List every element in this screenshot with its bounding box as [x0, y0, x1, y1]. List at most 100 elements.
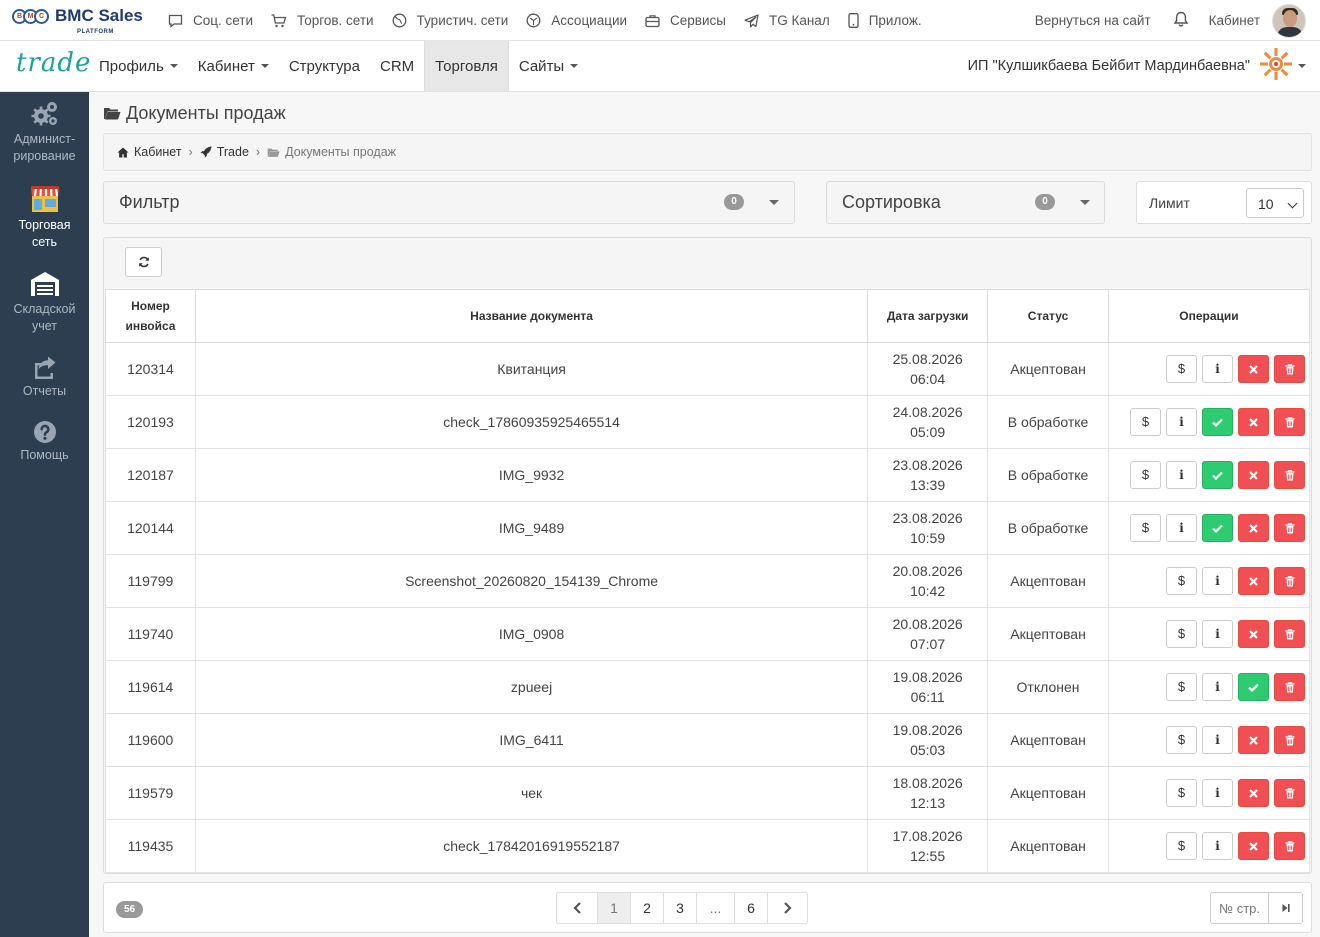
top-nav-item-1[interactable]: Торгов. сети [271, 13, 374, 28]
delete-button[interactable] [1274, 832, 1305, 860]
reject-button[interactable] [1238, 832, 1269, 860]
payment-button[interactable]: $ [1166, 832, 1197, 860]
info-button[interactable]: i [1202, 832, 1233, 860]
next-page-button[interactable] [767, 893, 807, 923]
document-name-link[interactable]: check_17860935925465514 [194, 395, 869, 449]
page-number-input[interactable]: № стр. [1211, 893, 1268, 923]
document-name-link[interactable]: IMG_0908 [194, 607, 869, 661]
info-button[interactable]: i [1202, 779, 1233, 807]
reject-button[interactable] [1238, 567, 1269, 595]
accept-button[interactable] [1238, 673, 1269, 701]
reject-button[interactable] [1238, 355, 1269, 383]
column-header-status[interactable]: Статус [987, 289, 1109, 343]
payment-button[interactable]: $ [1166, 673, 1197, 701]
accept-button[interactable] [1202, 461, 1233, 489]
payment-button[interactable]: $ [1130, 461, 1161, 489]
document-name-link[interactable]: чек [194, 766, 869, 820]
sidebar-item-2[interactable]: Складской учет [0, 270, 89, 335]
document-name-link[interactable]: IMG_9932 [194, 448, 869, 502]
prev-page-button[interactable] [557, 893, 597, 923]
payment-button[interactable]: $ [1166, 355, 1197, 383]
top-nav-item-5[interactable]: TG Канал [744, 13, 830, 28]
sidebar-item-0[interactable]: Админист-рирование [0, 100, 89, 165]
delete-button[interactable] [1274, 620, 1305, 648]
top-nav-item-2[interactable]: Туристич. сети [392, 13, 508, 28]
column-header-invoice[interactable]: Номер инвойса [105, 289, 196, 343]
document-name-link[interactable]: zpueej [194, 660, 869, 714]
organization-menu[interactable]: ИП "Кулшикбаева Бейбит Мардинбаевна" [968, 41, 1306, 91]
menu-item-0[interactable]: Профиль [89, 41, 188, 91]
info-button[interactable]: i [1202, 726, 1233, 754]
menu-item-2[interactable]: Структура [279, 41, 370, 91]
delete-button[interactable] [1274, 355, 1305, 383]
payment-button[interactable]: $ [1166, 567, 1197, 595]
limit-select[interactable]: 10 [1246, 188, 1304, 218]
document-name-link[interactable]: Screenshot_20260820_154139_Chrome [194, 554, 869, 608]
bmc-logo[interactable]: BMC BMC Sales PLATFORM [12, 7, 143, 35]
column-header-name[interactable]: Название документа [194, 289, 869, 343]
delete-button[interactable] [1274, 673, 1305, 701]
delete-button[interactable] [1274, 567, 1305, 595]
info-button[interactable]: i [1202, 355, 1233, 383]
menu-item-4[interactable]: Торговля [424, 41, 509, 91]
top-nav-item-0[interactable]: Соц. сети [168, 13, 253, 28]
top-nav-item-6[interactable]: Прилож. [848, 13, 922, 28]
reject-button[interactable] [1238, 514, 1269, 542]
info-button[interactable]: i [1202, 567, 1233, 595]
info-button[interactable]: i [1202, 673, 1233, 701]
reject-button[interactable] [1238, 726, 1269, 754]
avatar[interactable] [1272, 3, 1306, 38]
go-to-page-button[interactable] [1268, 893, 1302, 923]
top-nav-item-3[interactable]: Ассоциации [526, 13, 627, 28]
trade-brand[interactable]: trade [16, 48, 91, 78]
delete-button[interactable] [1274, 408, 1305, 436]
reject-button[interactable] [1238, 779, 1269, 807]
delete-button[interactable] [1274, 779, 1305, 807]
payment-button[interactable]: $ [1166, 726, 1197, 754]
trash-icon [1285, 841, 1294, 852]
delete-button[interactable] [1274, 514, 1305, 542]
refresh-button[interactable] [125, 247, 162, 277]
info-button[interactable]: i [1166, 408, 1197, 436]
document-name-link[interactable]: IMG_9489 [194, 501, 869, 555]
top-nav-item-4[interactable]: Сервисы [645, 13, 726, 28]
sidebar-item-1[interactable]: Торговая сеть [0, 184, 89, 251]
invoice-number: 119579 [105, 766, 196, 820]
trash-icon [1285, 470, 1294, 481]
reject-button[interactable] [1238, 461, 1269, 489]
info-button[interactable]: i [1166, 461, 1197, 489]
filter-panel[interactable]: Фильтр 0 [103, 181, 795, 224]
document-name-link[interactable]: check_17842016919552187 [194, 819, 869, 873]
delete-button[interactable] [1274, 461, 1305, 489]
reject-button[interactable] [1238, 408, 1269, 436]
sort-panel[interactable]: Сортировка 0 [826, 181, 1105, 224]
payment-button[interactable]: $ [1130, 408, 1161, 436]
document-status: Акцептован [987, 819, 1109, 873]
page-button[interactable]: 1 [597, 893, 630, 923]
bell-icon[interactable] [1173, 11, 1189, 31]
delete-button[interactable] [1274, 726, 1305, 754]
document-name-link[interactable]: Квитанция [194, 342, 869, 396]
payment-button[interactable]: $ [1130, 514, 1161, 542]
document-name-link[interactable]: IMG_6411 [194, 713, 869, 767]
back-to-site-link[interactable]: Вернуться на сайт [1035, 13, 1151, 28]
info-button[interactable]: i [1166, 514, 1197, 542]
breadcrumb-item-trade[interactable]: Trade [217, 145, 249, 159]
sidebar-item-3[interactable]: Отчеты [0, 356, 89, 400]
page-button[interactable]: 6 [734, 893, 767, 923]
accept-button[interactable] [1202, 408, 1233, 436]
breadcrumb-item-cabinet[interactable]: Кабинет [134, 145, 182, 159]
payment-button[interactable]: $ [1166, 620, 1197, 648]
reject-button[interactable] [1238, 620, 1269, 648]
menu-item-5[interactable]: Сайты [509, 41, 588, 91]
menu-item-3[interactable]: CRM [370, 41, 424, 91]
sidebar-item-4[interactable]: Помощь [0, 420, 89, 464]
page-button[interactable]: 2 [630, 893, 663, 923]
page-button[interactable]: 3 [663, 893, 696, 923]
cabinet-link[interactable]: Кабинет [1209, 13, 1260, 28]
accept-button[interactable] [1202, 514, 1233, 542]
column-header-date[interactable]: Дата загрузки [867, 289, 989, 343]
payment-button[interactable]: $ [1166, 779, 1197, 807]
menu-item-1[interactable]: Кабинет [188, 41, 279, 91]
info-button[interactable]: i [1202, 620, 1233, 648]
